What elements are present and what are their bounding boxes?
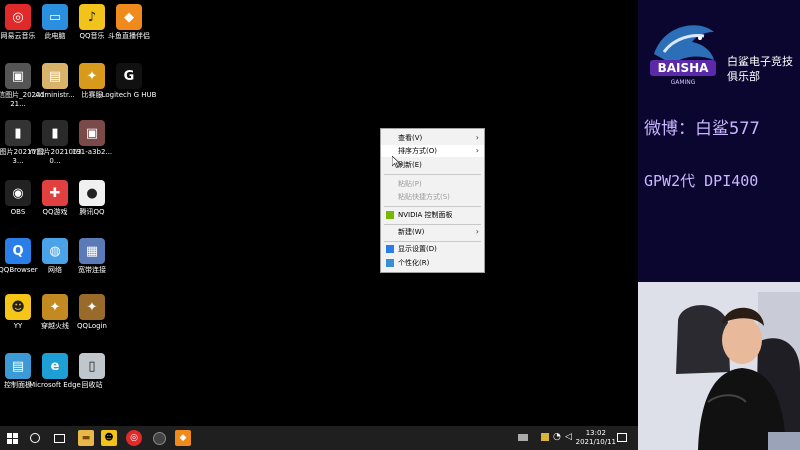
desktop-icon[interactable]: ✦ QQLogin [64, 294, 120, 331]
weibo-handle: 微博：白鲨577 [644, 119, 760, 139]
nvidia-icon [386, 211, 394, 219]
menu-divider [384, 224, 481, 225]
chevron-right-icon: › [475, 133, 479, 142]
yy-icon: ☻ [104, 433, 114, 443]
desktop-icon-label: Logitech G HUB [101, 91, 157, 99]
menu-item-personalize[interactable]: 个性化(R) [381, 257, 484, 269]
task-view-button[interactable] [51, 430, 67, 446]
menu-divider [384, 206, 481, 207]
display-settings-icon [386, 245, 394, 253]
context-menu: 查看(V) › 排序方式(O) › 刷新(E) 粘贴(P) 粘贴快捷方式(S) … [380, 128, 485, 273]
tray-volume-icon[interactable]: ◁ [565, 432, 572, 442]
search-button[interactable] [27, 430, 43, 446]
windows-logo-icon [6, 432, 18, 444]
menu-item-label: NVIDIA 控制面板 [398, 211, 453, 219]
personalize-icon [386, 259, 394, 267]
app-icon: ▣ [79, 120, 105, 146]
app-icon: ◆ [116, 4, 142, 30]
webcam-image [638, 282, 800, 450]
chevron-right-icon: › [475, 146, 479, 155]
clock-date: 2021/10/11 [575, 438, 616, 446]
menu-item-label: 个性化(R) [398, 259, 430, 267]
desktop-icon[interactable]: ▦ 宽带连接 [64, 238, 120, 275]
menu-item-view[interactable]: 查看(V) › [381, 132, 484, 144]
menu-divider [384, 241, 481, 242]
taskbar-file-explorer[interactable]: ▬ [78, 430, 94, 446]
desktop-icon-label: 回收站 [81, 381, 103, 389]
taskbar-clock[interactable]: 13:02 2021/10/11 [576, 429, 616, 447]
menu-item-paste-shortcut[interactable]: 粘贴快捷方式(S) [381, 191, 484, 203]
menu-item-label: 显示设置(D) [398, 245, 437, 253]
notification-icon[interactable] [617, 433, 627, 442]
menu-item-display-settings[interactable]: 显示设置(D) [381, 243, 484, 255]
menu-item-label: 新建(W) [398, 228, 425, 236]
obs-icon [152, 431, 166, 445]
logo-subtext: GAMING [671, 79, 696, 86]
app-icon: G [116, 63, 142, 89]
clock-time: 13:02 [585, 429, 606, 437]
desktop-icon-label: 腾讯QQ [79, 208, 105, 216]
desktop-icon[interactable]: G Logitech G HUB [101, 63, 157, 100]
search-circle-icon [30, 433, 40, 443]
netease-music-icon: ◎ [130, 433, 138, 443]
desktop-icon[interactable]: ◆ 斗鱼直播伴侣 [101, 4, 157, 41]
stream-overlay-panel: BAISHA GAMING 白鲨电子竞技俱乐部 微博：白鲨577 GPW2代 D… [638, 0, 800, 282]
desktop-icon[interactable]: ▯ 回收站 [64, 353, 120, 390]
desktop-icon[interactable]: ● 腾讯QQ [64, 180, 120, 217]
mouse-cursor-icon [392, 156, 400, 168]
taskbar-obs[interactable] [151, 430, 167, 446]
shark-team-logo: BAISHA GAMING [650, 25, 716, 86]
menu-item-label: 粘贴快捷方式(S) [398, 193, 450, 201]
start-button[interactable] [4, 430, 20, 446]
webcam-feed [638, 282, 800, 450]
desktop-icon-label: 191-a3b2... [71, 148, 113, 156]
app-icon: ✦ [79, 294, 105, 320]
app-icon: ▦ [79, 238, 105, 264]
menu-item-label: 粘贴(P) [398, 180, 422, 188]
app-icon: ▯ [79, 353, 105, 379]
menu-item-label: 查看(V) [398, 134, 423, 142]
desktop-icon[interactable]: ▣ 191-a3b2... [64, 120, 120, 157]
menu-item-nvidia-control-panel[interactable]: NVIDIA 控制面板 [381, 209, 484, 221]
app-icon: ● [79, 180, 105, 206]
logo-text: BAISHA [658, 61, 710, 75]
desktop[interactable]: ◎网易云音乐▭此电脑♪QQ音乐◆斗鱼直播伴侣▣微信图片_2020121...▤A… [0, 0, 638, 426]
menu-item-label: 排序方式(O) [398, 147, 437, 155]
desktop-icon-label: 斗鱼直播伴侣 [108, 32, 150, 40]
menu-item-label: 刷新(E) [398, 161, 422, 169]
chevron-right-icon: › [475, 227, 479, 236]
tray-wifi-icon[interactable]: ◔ [553, 432, 561, 442]
menu-item-paste[interactable]: 粘贴(P) [381, 178, 484, 190]
desktop-icon-label: 宽带连接 [78, 266, 106, 274]
task-view-icon [53, 433, 65, 443]
taskbar: ▬ ☻ ◎ ◆ ◔ ◁ 13:02 2021/10/11 [0, 426, 638, 450]
club-name: 白鲨电子竞技俱乐部 [727, 55, 793, 83]
tray-app-icon[interactable] [541, 433, 549, 441]
desktop-icon-label: QQLogin [77, 322, 107, 330]
taskbar-yy[interactable]: ☻ [101, 430, 117, 446]
douyu-icon: ◆ [179, 433, 187, 443]
taskbar-douyu[interactable]: ◆ [175, 430, 191, 446]
menu-divider [384, 174, 481, 175]
tray-network-icon[interactable] [518, 434, 528, 441]
menu-item-new[interactable]: 新建(W) › [381, 226, 484, 238]
taskbar-netease-music[interactable]: ◎ [126, 430, 142, 446]
folder-icon: ▬ [81, 433, 91, 443]
mouse-dpi-info: GPW2代 DPI400 [644, 172, 759, 190]
